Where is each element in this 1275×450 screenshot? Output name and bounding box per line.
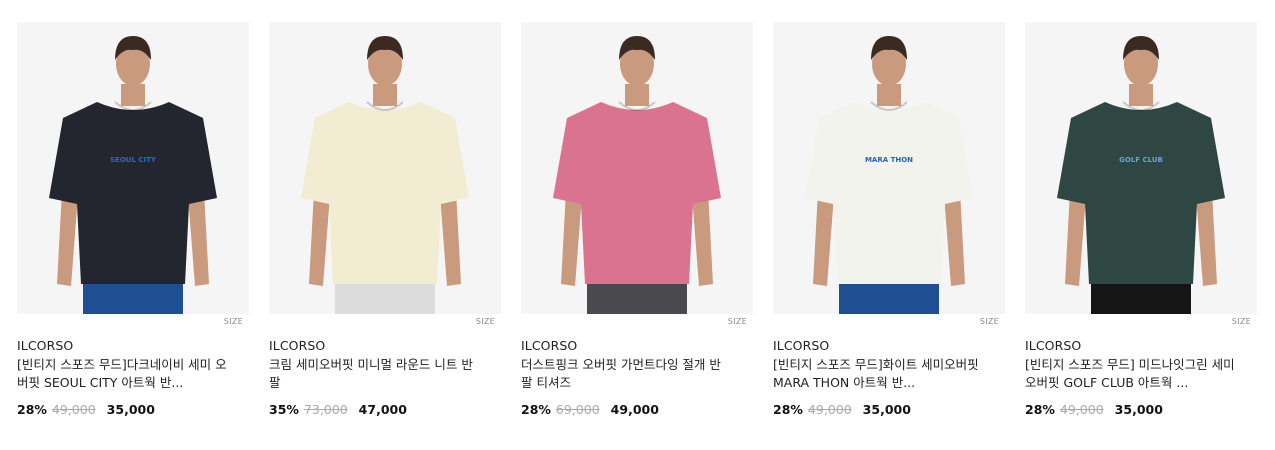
size-badge[interactable]: SIZE [476,317,495,326]
product-brand[interactable]: ILCORSO [17,338,249,353]
product-image[interactable]: MARA THON [773,22,1005,314]
sale-price: 47,000 [358,402,407,417]
product-brand[interactable]: ILCORSO [269,338,501,353]
model-illustration [301,36,469,314]
price-row: 28% 69,000 49,000 [521,402,753,417]
model-illustration: SEOUL CITY [49,36,217,314]
neck [121,84,145,106]
size-badge[interactable]: SIZE [980,317,999,326]
price-row: 28% 49,000 35,000 [773,402,1005,417]
neck [1129,84,1153,106]
original-price: 49,000 [807,402,852,417]
size-badge[interactable]: SIZE [224,317,243,326]
shirt [805,102,973,284]
product-card[interactable]: MARA THON SIZE ILCORSO [빈티지 스포즈 무드]화이트 세… [773,22,1005,417]
product-brand[interactable]: ILCORSO [773,338,1005,353]
discount-rate: 28% [773,402,803,417]
product-title[interactable]: 더스트핑크 오버핏 가먼트다잉 절개 반팔 티셔즈 [521,356,731,392]
neck [625,84,649,106]
product-title[interactable]: [빈티지 스포즈 무드]다크네이비 세미 오버핏 SEOUL CITY 아트웍 … [17,356,227,392]
model-illustration: MARA THON [805,36,973,314]
original-price: 49,000 [1059,402,1104,417]
price-row: 35% 73,000 47,000 [269,402,501,417]
product-card[interactable]: GOLF CLUB SIZE ILCORSO [빈티지 스포즈 무드] 미드나잇… [1025,22,1257,417]
sale-price: 35,000 [862,402,911,417]
product-image[interactable]: SEOUL CITY [17,22,249,314]
product-brand[interactable]: ILCORSO [1025,338,1257,353]
shirt [553,102,721,284]
product-image[interactable] [521,22,753,314]
shirt-print-text: GOLF CLUB [1119,156,1163,164]
original-price: 69,000 [555,402,600,417]
product-title[interactable]: [빈티지 스포즈 무드] 미드나잇그린 세미 오버핏 GOLF CLUB 아트웍… [1025,356,1235,392]
product-image[interactable]: GOLF CLUB [1025,22,1257,314]
product-grid: SEOUL CITY SIZE ILCORSO [빈티지 스포즈 무드]다크네이… [0,0,1275,450]
shirt [1057,102,1225,284]
neck [877,84,901,106]
product-title[interactable]: [빈티지 스포즈 무드]화이트 세미오버핏 MARA THON 아트웍 반... [773,356,983,392]
product-card[interactable]: SIZE ILCORSO 크림 세미오버핏 미니멀 라운드 니트 반팔 35% … [269,22,501,417]
product-title[interactable]: 크림 세미오버핏 미니멀 라운드 니트 반팔 [269,356,479,392]
sale-price: 35,000 [1114,402,1163,417]
product-image[interactable] [269,22,501,314]
discount-rate: 28% [521,402,551,417]
size-badge[interactable]: SIZE [728,317,747,326]
shirt-print-text: SEOUL CITY [110,156,157,164]
sale-price: 35,000 [106,402,155,417]
model-illustration: GOLF CLUB [1057,36,1225,314]
original-price: 49,000 [51,402,96,417]
discount-rate: 28% [17,402,47,417]
product-brand[interactable]: ILCORSO [521,338,753,353]
product-card[interactable]: SIZE ILCORSO 더스트핑크 오버핏 가먼트다잉 절개 반팔 티셔즈 2… [521,22,753,417]
shirt [49,102,217,284]
price-row: 28% 49,000 35,000 [1025,402,1257,417]
shirt [301,102,469,284]
neck [373,84,397,106]
model-illustration [553,36,721,314]
discount-rate: 35% [269,402,299,417]
price-row: 28% 49,000 35,000 [17,402,249,417]
size-badge[interactable]: SIZE [1232,317,1251,326]
sale-price: 49,000 [610,402,659,417]
shirt-print-text: MARA THON [865,156,913,164]
discount-rate: 28% [1025,402,1055,417]
original-price: 73,000 [303,402,348,417]
product-card[interactable]: SEOUL CITY SIZE ILCORSO [빈티지 스포즈 무드]다크네이… [17,22,249,417]
